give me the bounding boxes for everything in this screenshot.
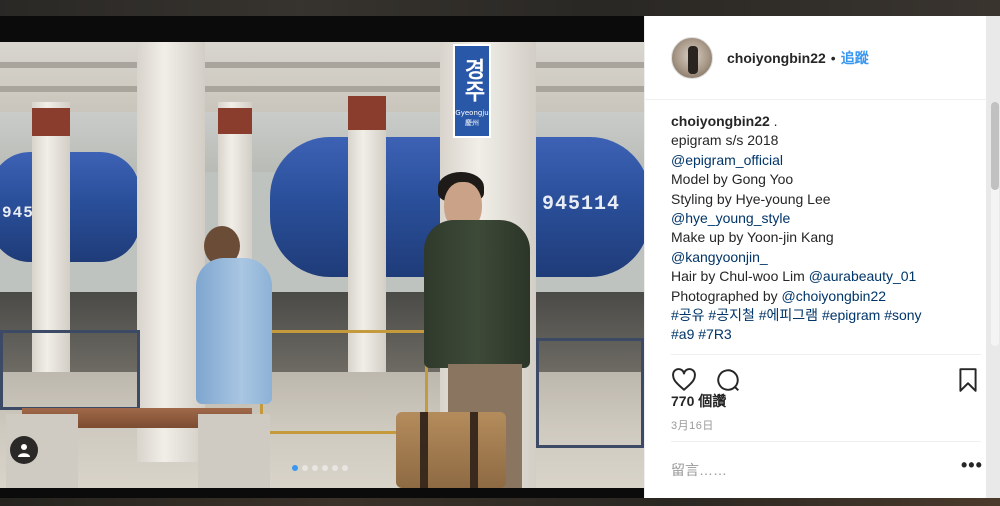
bench-leg — [198, 414, 270, 488]
post-header: choiyongbin22 • 追蹤 — [645, 16, 987, 100]
carousel-dot — [322, 465, 328, 471]
tagged-users-button[interactable] — [10, 436, 38, 464]
comment-input[interactable] — [671, 458, 941, 482]
carousel-dot — [332, 465, 338, 471]
bag-strap — [420, 412, 428, 488]
caption-text: Hair by Chul-woo Lim — [671, 268, 809, 285]
station-sign-roman: Gyeongju — [455, 109, 489, 117]
station-sign-korean: 경주 — [460, 58, 485, 102]
carousel-dot — [312, 465, 318, 471]
tank-number-left: 945 — [2, 204, 34, 222]
pillar-cap — [348, 96, 386, 130]
caption-username[interactable]: choiyongbin22 — [671, 113, 770, 129]
comment-bar: ••• — [671, 441, 983, 498]
post-photo[interactable]: 945 945114 경주 Gyeongju 慶州 — [0, 16, 644, 498]
pillar-cap — [218, 108, 252, 134]
action-bar — [671, 354, 981, 392]
bag-strap — [470, 412, 478, 488]
man-figure — [424, 220, 530, 368]
tank-number-right: 945114 — [542, 193, 621, 216]
background-strip-bottom — [0, 498, 1000, 506]
caption-line: Photographed by @choiyongbin22 — [671, 287, 977, 306]
tank-wagon-left: 945 — [0, 152, 140, 262]
comment-icon[interactable] — [715, 367, 741, 393]
carousel-dot — [302, 465, 308, 471]
carousel-dot — [342, 465, 348, 471]
station-sign: 경주 Gyeongju 慶州 — [453, 44, 491, 138]
caption-scrollbar[interactable] — [991, 102, 999, 346]
caption-line: Hair by Chul-woo Lim @aurabeauty_01 — [671, 267, 977, 286]
post-date[interactable]: 3月16日 — [671, 417, 714, 433]
like-count[interactable]: 770 個讚 — [671, 391, 726, 411]
duffel-bag — [396, 412, 506, 488]
hashtag-links[interactable]: #a9 #7R3 — [671, 326, 732, 342]
header-separator: • — [830, 49, 836, 66]
caption-line: choiyongbin22 . — [671, 112, 977, 131]
caption-line: Make up by Yoon-jin Kang — [671, 229, 834, 246]
mention-link[interactable]: @epigram_official — [671, 152, 783, 168]
caption-area: choiyongbin22 . epigram s/s 2018 @epigra… — [671, 112, 977, 344]
header-username[interactable]: choiyongbin22 — [727, 50, 826, 66]
carousel-indicator — [292, 465, 348, 471]
heart-icon[interactable] — [671, 367, 697, 393]
caption-line: #a9 #7R3 — [671, 325, 977, 344]
railing — [536, 338, 644, 448]
caption-text: . — [769, 113, 778, 129]
avatar[interactable] — [671, 36, 713, 79]
follow-button[interactable]: 追蹤 — [841, 48, 869, 68]
pillar-cap — [32, 108, 70, 136]
hashtag-links[interactable]: #공유 #공지철 #에피그램 #epigram #sony — [671, 307, 922, 323]
scrollbar-thumb[interactable] — [991, 102, 999, 190]
mention-link[interactable]: @hye_young_style — [671, 210, 790, 226]
mention-link[interactable]: @choiyongbin22 — [782, 288, 887, 304]
mention-link[interactable]: @kangyoonjin_ — [671, 249, 768, 265]
more-options-button[interactable]: ••• — [961, 456, 983, 474]
post-side-panel: choiyongbin22 • 追蹤 choiyongbin22 . epigr… — [644, 16, 999, 498]
station-roof — [0, 42, 644, 112]
bookmark-icon[interactable] — [955, 367, 981, 393]
caption-line: @kangyoonjin_ — [671, 248, 977, 267]
caption-line: #공유 #공지철 #에피그램 #epigram #sony — [671, 306, 977, 325]
caption-line: Model by Gong Yoo — [671, 171, 794, 188]
pillar — [137, 42, 205, 462]
caption-line: epigram s/s 2018 — [671, 132, 779, 149]
railing — [0, 330, 140, 410]
photo-scene: 945 945114 경주 Gyeongju 慶州 — [0, 42, 644, 488]
caption-text: Photographed by — [671, 287, 782, 304]
carousel-dot — [292, 465, 298, 471]
woman-figure — [196, 258, 272, 404]
caption-line: @hye_young_style — [671, 209, 977, 228]
station-sign-hanja: 慶州 — [465, 119, 479, 127]
caption-line: @epigram_official — [671, 151, 977, 170]
caption-line: Styling by Hye-young Lee — [671, 190, 831, 207]
background-strip-top — [0, 0, 1000, 16]
mention-link[interactable]: @aurabeauty_01 — [809, 268, 917, 284]
user-icon — [18, 444, 30, 457]
